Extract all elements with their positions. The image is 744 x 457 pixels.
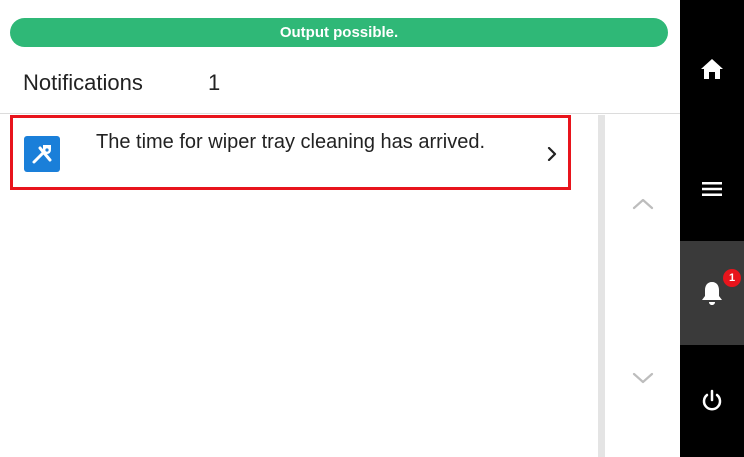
notifications-button[interactable]: 1 — [680, 241, 744, 345]
page-title: Notifications — [23, 70, 143, 95]
list-divider — [598, 115, 605, 457]
scroll-up-icon[interactable] — [628, 192, 658, 216]
menu-button[interactable] — [680, 137, 744, 241]
main-panel: Output possible. Notifications 1 The tim… — [0, 0, 680, 457]
power-button[interactable] — [680, 345, 744, 457]
notification-text: The time for wiper tray cleaning has arr… — [96, 131, 486, 153]
scroll-down-icon[interactable] — [628, 366, 658, 390]
sidebar: 1 — [680, 0, 744, 457]
home-button[interactable] — [680, 0, 744, 137]
notification-badge: 1 — [723, 269, 741, 287]
chevron-right-icon — [547, 147, 557, 161]
status-text: Output possible. — [279, 24, 399, 41]
tools-icon — [24, 136, 60, 172]
power-icon — [702, 389, 722, 411]
status-bar: Output possible. — [10, 18, 668, 47]
home-icon — [701, 58, 723, 79]
notification-item[interactable]: The time for wiper tray cleaning has arr… — [10, 115, 571, 190]
notifications-header: Notifications 1 — [0, 56, 680, 114]
bell-icon — [702, 282, 722, 305]
menu-icon — [702, 182, 722, 196]
notification-count: 1 — [208, 70, 221, 95]
